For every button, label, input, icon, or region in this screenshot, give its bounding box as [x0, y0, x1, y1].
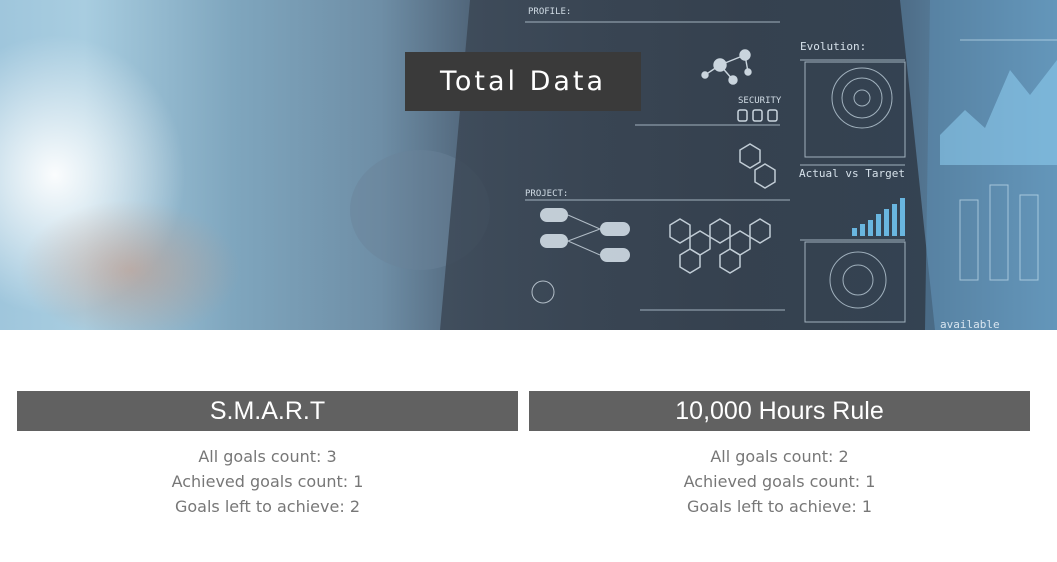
all-goals-count: All goals count: 2 [710, 447, 849, 466]
card-title: 10,000 Hours Rule [529, 391, 1030, 431]
achieved-goals-count: Achieved goals count: 1 [171, 472, 364, 491]
all-goals-count: All goals count: 3 [198, 447, 337, 466]
goal-category-card-smart: S.M.A.R.T All goals count: 3 Achieved go… [17, 391, 518, 519]
goal-category-card-10000-hours: 10,000 Hours Rule All goals count: 2 Ach… [529, 391, 1030, 519]
hud-label-actual-vs-target: Actual vs Target [799, 167, 905, 180]
hud-label-profile: PROFILE: [528, 7, 571, 17]
goals-left-count: Goals left to achieve: 2 [174, 497, 360, 516]
card-title: S.M.A.R.T [17, 391, 518, 431]
hud-label-evolution: Evolution: [800, 40, 866, 53]
achieved-goals-count: Achieved goals count: 1 [683, 472, 876, 491]
hero-banner: PROFILE: SECURITY PROJECT: Evolution: Ac… [0, 0, 1057, 330]
goals-left-count: Goals left to achieve: 1 [686, 497, 872, 516]
hero-background-image: PROFILE: SECURITY PROJECT: Evolution: Ac… [0, 0, 1057, 330]
card-stats: All goals count: 2 Achieved goals count:… [529, 444, 1030, 519]
hud-label-available: available [940, 318, 1000, 330]
hud-label-security: SECURITY [738, 96, 782, 106]
hud-label-project: PROJECT: [525, 189, 568, 199]
card-stats: All goals count: 3 Achieved goals count:… [17, 444, 518, 519]
page-title: Total Data [439, 66, 607, 97]
hero-title-box: Total Data [405, 52, 641, 111]
